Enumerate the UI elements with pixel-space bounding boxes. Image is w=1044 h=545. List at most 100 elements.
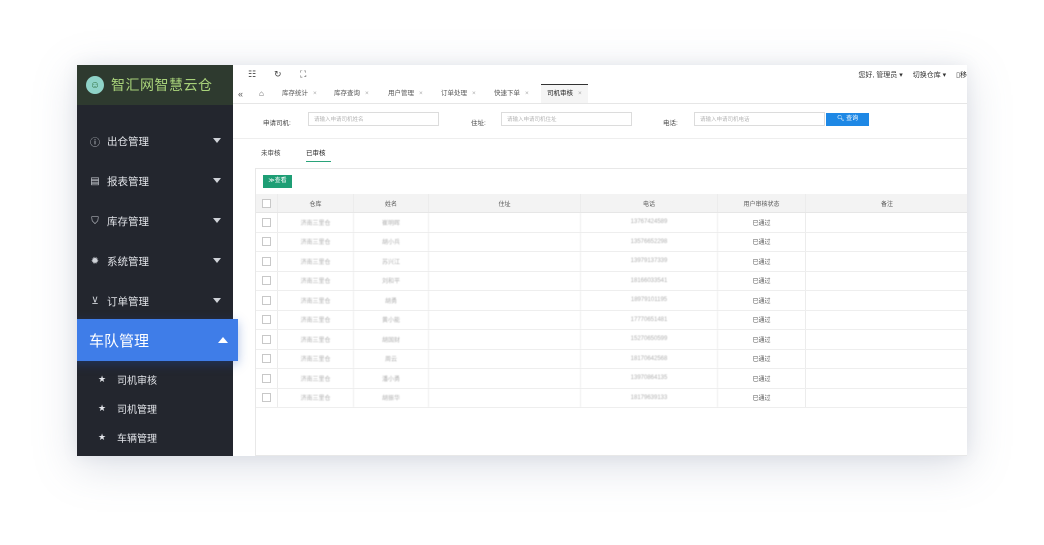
- checkbox[interactable]: [262, 354, 271, 364]
- column-header: 电话: [581, 194, 718, 212]
- select-all-checkbox[interactable]: [256, 194, 278, 212]
- table-row[interactable]: 济南三里仓 胡勇 18979101195 已通过: [256, 291, 967, 311]
- cell-name: 胡小兵: [354, 232, 429, 251]
- table-row[interactable]: 济南三里仓 胡国财 15270650599 已通过: [256, 330, 967, 350]
- sidebar-item-fleet[interactable]: 车队管理: [77, 319, 238, 361]
- checkbox[interactable]: [262, 315, 271, 325]
- tab-approved[interactable]: 已审核: [306, 147, 331, 162]
- table-row[interactable]: 济南三里仓 胡振华 18179639133 已通过: [256, 388, 967, 408]
- sidebar-item-system[interactable]: ✹ 系统管理: [77, 241, 233, 281]
- checkbox[interactable]: [262, 217, 271, 227]
- cell-status: 已通过: [718, 291, 806, 310]
- sidebar-item-label: 系统管理: [107, 255, 149, 268]
- sidebar-item-label: 出仓管理: [107, 135, 149, 148]
- driver-name-input[interactable]: 请输入申请司机姓名: [308, 112, 439, 126]
- row-checkbox-cell[interactable]: [256, 213, 278, 232]
- cell-address: [429, 232, 581, 251]
- sidebar-item-reports[interactable]: ▤ 报表管理: [77, 161, 233, 201]
- checkbox[interactable]: [262, 237, 271, 247]
- checkbox[interactable]: [262, 295, 271, 305]
- table-header: 仓库 姓名 住址 电话 用户审核状态 备注: [256, 194, 967, 213]
- main-content: 申请司机: 请输入申请司机姓名 住址: 请输入申请司机住址 电话: 请输入申请司…: [233, 104, 967, 456]
- close-icon[interactable]: ×: [313, 90, 317, 97]
- checkbox[interactable]: [262, 198, 271, 208]
- sidebar-subitem-driver-management[interactable]: ★ 司机管理: [77, 394, 233, 423]
- cell-warehouse: 济南三里仓: [278, 369, 354, 388]
- tab-order-processing[interactable]: 订单处理 ×: [441, 85, 476, 103]
- checkbox[interactable]: [262, 276, 271, 286]
- cell-address: [429, 252, 581, 271]
- sidebar-submenu: ★ 司机审核 ★ 司机管理 ★ 车辆管理: [77, 365, 233, 452]
- menu-toggle-icon[interactable]: ☷: [248, 69, 256, 80]
- cell-address: [429, 310, 581, 329]
- refresh-icon[interactable]: ↻: [274, 69, 282, 80]
- phone-input[interactable]: 请输入申请司机电话: [694, 112, 825, 126]
- table-row[interactable]: 济南三里仓 刘和平 18166033541 已通过: [256, 271, 967, 291]
- row-checkbox-cell[interactable]: [256, 310, 278, 329]
- cell-phone: 18179639133: [581, 388, 718, 407]
- table-row[interactable]: 济南三里仓 胡小兵 13576652298 已通过: [256, 232, 967, 252]
- cell-status: 已通过: [718, 330, 806, 349]
- search-button[interactable]: 🔍︎ 查询: [826, 113, 869, 126]
- close-icon[interactable]: ×: [578, 90, 582, 97]
- header-extra[interactable]: ▯移: [956, 72, 967, 79]
- table-row[interactable]: 济南三里仓 周云 18170642568 已通过: [256, 349, 967, 369]
- cell-name: 刘和平: [354, 271, 429, 290]
- address-input[interactable]: 请输入申请司机住址: [501, 112, 632, 126]
- tab-driver-review[interactable]: 司机审核 ×: [541, 84, 588, 103]
- sidebar-item-inventory[interactable]: ⛉ 库存管理: [77, 201, 233, 241]
- column-header: 用户审核状态: [718, 194, 806, 212]
- tab-quick-order[interactable]: 快速下单 ×: [494, 85, 529, 103]
- cell-note: [806, 350, 967, 369]
- checkbox[interactable]: [262, 256, 271, 266]
- cell-address: [429, 388, 581, 407]
- cell-address: [429, 369, 581, 388]
- gear-icon: ✹: [90, 255, 100, 267]
- user-menu[interactable]: 您好, 管理员 ▾: [858, 72, 902, 79]
- sidebar-item-label: 订单管理: [107, 295, 149, 308]
- header-right: 您好, 管理员 ▾ 切换仓库 ▾ ▯移: [850, 70, 967, 80]
- tab-inventory-stats[interactable]: 库存统计 ×: [282, 85, 317, 103]
- table-row[interactable]: 济南三里仓 崔明晖 13767424589 已通过: [256, 213, 967, 233]
- column-header: 仓库: [278, 194, 354, 212]
- row-checkbox-cell[interactable]: [256, 369, 278, 388]
- row-checkbox-cell[interactable]: [256, 252, 278, 271]
- table-row[interactable]: 济南三里仓 潘小勇 13970864135 已通过: [256, 369, 967, 389]
- sidebar-subitem-driver-review[interactable]: ★ 司机审核: [77, 365, 233, 394]
- tab-pending[interactable]: 未审核: [261, 147, 281, 157]
- tab-user-management[interactable]: 用户管理 ×: [388, 85, 423, 103]
- chevron-down-icon: [213, 138, 221, 143]
- cell-name: 胡振华: [354, 388, 429, 407]
- cell-warehouse: 济南三里仓: [278, 310, 354, 329]
- sidebar-item-label: 库存管理: [107, 215, 149, 228]
- cell-phone: 15270650599: [581, 330, 718, 349]
- cell-note: [806, 252, 967, 271]
- view-button[interactable]: ≫查看: [263, 175, 292, 188]
- switch-warehouse-menu[interactable]: 切换仓库 ▾: [913, 72, 946, 79]
- close-icon[interactable]: ×: [365, 90, 369, 97]
- tabs-back-icon[interactable]: «: [238, 85, 243, 103]
- row-checkbox-cell[interactable]: [256, 388, 278, 407]
- brand-name: 智汇网智慧云仓: [111, 77, 213, 93]
- fullscreen-icon[interactable]: ⛶: [300, 69, 306, 80]
- checkbox[interactable]: [262, 373, 271, 383]
- row-checkbox-cell[interactable]: [256, 271, 278, 290]
- sidebar-item-outbound[interactable]: ⓘ 出仓管理: [77, 121, 233, 161]
- row-checkbox-cell[interactable]: [256, 232, 278, 251]
- row-checkbox-cell[interactable]: [256, 291, 278, 310]
- close-icon[interactable]: ×: [525, 90, 529, 97]
- home-icon[interactable]: ⌂: [259, 85, 264, 103]
- app-window: ☺ 智汇网智慧云仓 ⓘ 出仓管理 ▤ 报表管理 ⛉ 库存管理 ✹ 系统管理 ⊻ …: [77, 65, 967, 456]
- close-icon[interactable]: ×: [419, 90, 423, 97]
- row-checkbox-cell[interactable]: [256, 349, 278, 368]
- cell-name: 苏兴江: [354, 252, 429, 271]
- sidebar-subitem-vehicle-management[interactable]: ★ 车辆管理: [77, 423, 233, 452]
- sidebar-item-orders[interactable]: ⊻ 订单管理: [77, 281, 233, 321]
- table-row[interactable]: 济南三里仓 黄小能 17770651481 已通过: [256, 310, 967, 330]
- row-checkbox-cell[interactable]: [256, 330, 278, 349]
- checkbox[interactable]: [262, 334, 271, 344]
- tab-inventory-query[interactable]: 库存查询 ×: [334, 85, 369, 103]
- table-row[interactable]: 济南三里仓 苏兴江 13979137339 已通过: [256, 252, 967, 272]
- close-icon[interactable]: ×: [472, 90, 476, 97]
- checkbox[interactable]: [262, 393, 271, 403]
